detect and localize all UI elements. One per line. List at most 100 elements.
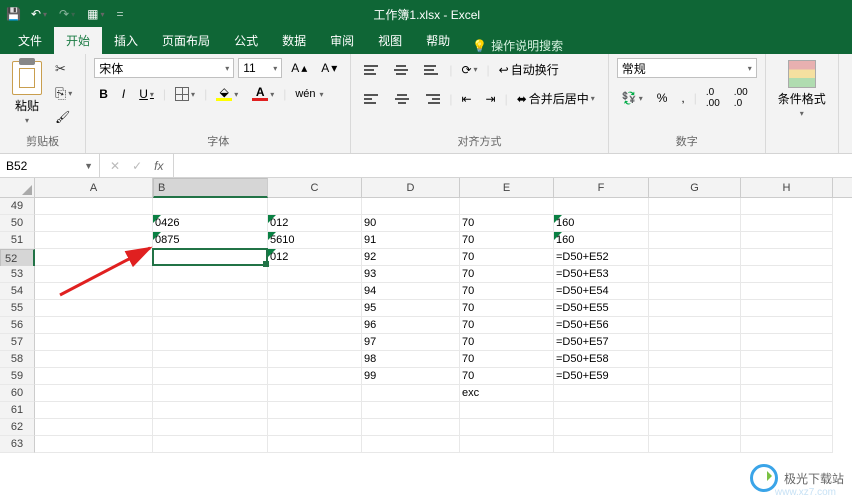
cell[interactable]: 0875	[153, 232, 268, 249]
cell[interactable]: 70	[460, 215, 554, 232]
cell[interactable]	[554, 402, 649, 419]
cell[interactable]	[741, 232, 833, 249]
cell[interactable]	[35, 249, 153, 266]
cell[interactable]	[153, 402, 268, 419]
cell[interactable]: =D50+E56	[554, 317, 649, 334]
column-header[interactable]: B	[153, 178, 268, 198]
cell[interactable]: 0426	[153, 215, 268, 232]
cell[interactable]	[649, 300, 741, 317]
cell[interactable]: =D50+E59	[554, 368, 649, 385]
cell[interactable]	[35, 198, 153, 215]
cell[interactable]: 70	[460, 300, 554, 317]
cell[interactable]	[741, 419, 833, 436]
row-header[interactable]: 49	[0, 198, 35, 215]
cell[interactable]	[741, 198, 833, 215]
cell[interactable]	[268, 334, 362, 351]
phonetic-button[interactable]: wén▾	[290, 85, 328, 103]
cell[interactable]	[268, 283, 362, 300]
cell[interactable]: 012	[268, 249, 362, 266]
cell[interactable]	[460, 198, 554, 215]
cell[interactable]: 90	[362, 215, 460, 232]
cell[interactable]	[649, 283, 741, 300]
cell[interactable]	[268, 300, 362, 317]
cell[interactable]	[35, 300, 153, 317]
tab-view[interactable]: 视图	[366, 27, 414, 54]
cell[interactable]	[35, 334, 153, 351]
cell[interactable]	[649, 317, 741, 334]
cell[interactable]	[741, 249, 833, 266]
name-box[interactable]: B52 ▼	[0, 154, 100, 177]
cell[interactable]: exc	[460, 385, 554, 402]
cell[interactable]: 99	[362, 368, 460, 385]
merge-center-button[interactable]: ⬌ 合并后居中▾	[512, 87, 600, 110]
row-header[interactable]: 51	[0, 232, 35, 249]
cell[interactable]	[153, 300, 268, 317]
column-header[interactable]: G	[649, 178, 741, 197]
cell[interactable]	[35, 317, 153, 334]
cell[interactable]	[554, 198, 649, 215]
cell[interactable]	[649, 385, 741, 402]
accounting-format-button[interactable]: 💱▾	[617, 88, 648, 108]
cell[interactable]	[153, 385, 268, 402]
cell[interactable]	[362, 385, 460, 402]
cell[interactable]	[153, 351, 268, 368]
column-header[interactable]: F	[554, 178, 649, 197]
tab-formulas[interactable]: 公式	[222, 27, 270, 54]
cell[interactable]	[35, 283, 153, 300]
bold-button[interactable]: B	[94, 84, 113, 104]
cell[interactable]	[268, 317, 362, 334]
cell[interactable]	[460, 419, 554, 436]
cell[interactable]	[35, 436, 153, 453]
cell[interactable]	[268, 385, 362, 402]
cell[interactable]: 70	[460, 249, 554, 266]
cell[interactable]	[649, 198, 741, 215]
cell[interactable]	[362, 198, 460, 215]
cell[interactable]	[35, 368, 153, 385]
cell[interactable]	[649, 232, 741, 249]
cell[interactable]: 97	[362, 334, 460, 351]
column-header[interactable]: H	[741, 178, 833, 197]
align-center-button[interactable]	[389, 89, 415, 109]
cell[interactable]	[268, 436, 362, 453]
cell[interactable]	[649, 249, 741, 266]
row-header[interactable]: 53	[0, 266, 35, 283]
cell[interactable]: 160	[554, 215, 649, 232]
font-name-select[interactable]: 宋体▾	[94, 58, 234, 78]
row-header[interactable]: 62	[0, 419, 35, 436]
align-middle-button[interactable]	[389, 60, 415, 80]
font-size-select[interactable]: 11▾	[238, 58, 282, 78]
cell[interactable]	[649, 419, 741, 436]
cell[interactable]	[153, 283, 268, 300]
cancel-icon[interactable]: ✕	[110, 159, 120, 173]
cell[interactable]: 93	[362, 266, 460, 283]
cell[interactable]	[741, 436, 833, 453]
cell[interactable]	[741, 385, 833, 402]
fx-icon[interactable]: fx	[154, 159, 163, 173]
conditional-format-button[interactable]: 条件格式▾	[774, 58, 830, 120]
cell[interactable]	[153, 198, 268, 215]
row-header[interactable]: 50	[0, 215, 35, 232]
cut-button[interactable]	[50, 58, 77, 80]
column-header[interactable]: D	[362, 178, 460, 197]
cell[interactable]	[268, 266, 362, 283]
chevron-down-icon[interactable]: ▼	[84, 161, 93, 171]
cell[interactable]	[35, 232, 153, 249]
cell[interactable]: 70	[460, 334, 554, 351]
cell[interactable]	[153, 266, 268, 283]
cell[interactable]	[268, 351, 362, 368]
cell[interactable]: 160	[554, 232, 649, 249]
cell[interactable]	[741, 368, 833, 385]
cell[interactable]	[153, 317, 268, 334]
cell[interactable]	[649, 266, 741, 283]
cell[interactable]: 70	[460, 317, 554, 334]
fill-color-button[interactable]: ⬙▾	[211, 84, 243, 104]
cell[interactable]	[362, 436, 460, 453]
tab-page-layout[interactable]: 页面布局	[150, 27, 222, 54]
cell[interactable]	[268, 198, 362, 215]
wrap-text-button[interactable]: ↩ 自动换行	[494, 58, 564, 81]
number-format-select[interactable]: 常规▾	[617, 58, 757, 78]
copy-button[interactable]: ▾	[50, 82, 77, 105]
tab-insert[interactable]: 插入	[102, 27, 150, 54]
cell[interactable]	[268, 402, 362, 419]
tab-help[interactable]: 帮助	[414, 27, 462, 54]
